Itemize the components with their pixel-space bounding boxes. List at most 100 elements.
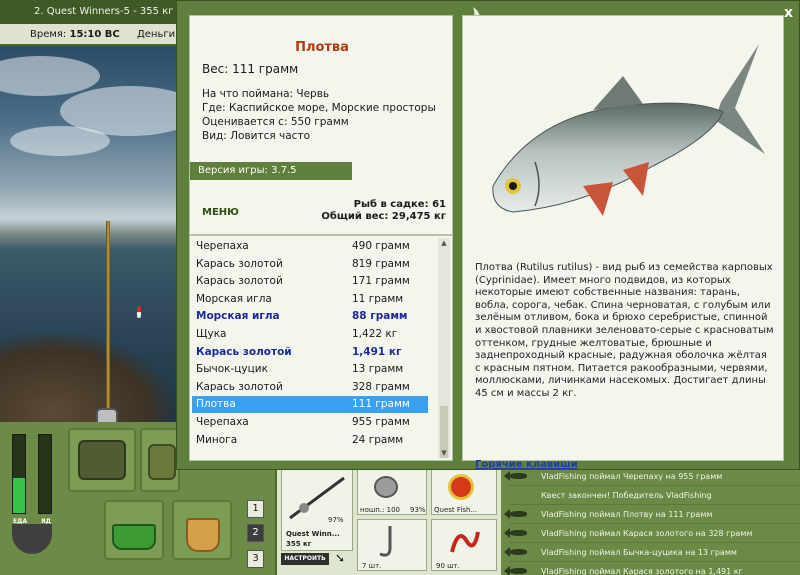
bait-slot[interactable]: 90 шт. <box>431 519 497 571</box>
food-meter-fill <box>13 477 25 513</box>
catch-fish-weight: 111 грамм <box>352 398 410 411</box>
tackle-set-3-button[interactable]: 3 <box>247 550 264 568</box>
fish-icon <box>504 471 527 481</box>
tackle-set-2-button[interactable]: 2 <box>247 524 264 542</box>
catch-fish-weight: 171 грамм <box>352 275 410 288</box>
catch-list-row[interactable]: Морская игла 88 грамм <box>192 308 428 325</box>
cooking-pot-icon[interactable] <box>12 524 52 554</box>
catch-list-row[interactable]: Бычок-цуцик 13 грамм <box>192 361 428 378</box>
catch-list-row[interactable]: Карась золотой 328 грамм <box>192 379 428 396</box>
hook-slot[interactable]: 7 шт. <box>357 519 427 571</box>
catch-list-row[interactable]: Черепаха 490 грамм <box>192 238 428 255</box>
catch-fish-weight: 1,491 кг <box>352 345 402 358</box>
catch-fish-name: Щука <box>196 328 227 340</box>
menu-button[interactable]: МЕНЮ <box>202 207 239 218</box>
catch-fish-name: Карась золотой <box>196 380 283 393</box>
catch-fish-weight: 819 грамм <box>352 257 410 270</box>
cloud <box>0 56 100 96</box>
fish-description: Плотва (Rutilus rutilus) - вид рыб из се… <box>475 262 774 399</box>
catch-list-row[interactable]: Щука 1,422 кг <box>192 326 428 343</box>
time-value: 15:10 ВС <box>69 29 120 40</box>
catch-list-row[interactable]: Морская игла 11 грамм <box>192 291 428 308</box>
catch-location: Где: Каспийское море, Морские просторы <box>202 102 436 114</box>
setup-button[interactable]: НАСТРОИТЬ <box>281 553 329 565</box>
rod-slot[interactable]: 97% Quest Winn... 355 кг <box>281 469 353 551</box>
catch-fish-weight: 955 грамм <box>352 416 410 428</box>
status-bar: Время: 15:10 ВС Деньги: 9 <box>0 24 190 46</box>
fish-weight: Вес: 111 грамм <box>202 62 299 76</box>
shore-rocks <box>0 332 176 422</box>
reel-caption: ношп.: 100 <box>360 506 401 514</box>
cage-summary: Рыб в садке: 61 Общий вес: 29,475 кг <box>321 199 446 223</box>
reel-icon <box>374 476 398 498</box>
window-title-bar: 2. Quest Winners-5 - 355 кг <box>0 0 190 24</box>
catch-list-row[interactable]: Карась золотой 819 грамм <box>192 256 428 273</box>
catch-fish-name: Морская игла <box>196 310 280 323</box>
cage-count: Рыб в садке: 61 <box>353 199 446 210</box>
bucket-icon <box>186 518 220 552</box>
fish-icon <box>504 547 527 557</box>
fish-icon <box>504 566 527 575</box>
cage-total-weight: Общий вес: 29,475 кг <box>321 211 446 222</box>
fish-icon <box>504 528 527 538</box>
worm-icon <box>450 531 480 553</box>
poison-meter <box>38 434 52 514</box>
rod-icon <box>289 476 345 520</box>
money-label: Деньги: <box>136 29 179 40</box>
feed-item: VladFishing поймал Карася золотого на 32… <box>504 524 800 543</box>
catch-fish-name: Черепаха <box>196 240 249 252</box>
fish-name: Плотва <box>295 40 349 55</box>
fishing-scene[interactable] <box>0 46 176 422</box>
rod-percent: 97% <box>328 516 344 524</box>
reel-slot[interactable]: ношп.: 100 93% <box>357 469 427 515</box>
catch-fish-name: Бычок-цуцик <box>196 363 268 376</box>
fishing-rod <box>106 221 110 422</box>
scroll-up-icon[interactable]: ▲ <box>439 238 449 248</box>
food-basket-slot[interactable] <box>104 500 164 560</box>
catch-list-scrollbar[interactable]: ▲ ▼ <box>438 238 450 458</box>
catch-fish-name: Морская игла <box>196 292 272 305</box>
catch-fish-name: Минога <box>196 433 238 446</box>
fish-info-panel: Плотва Вес: 111 грамм На что поймана: Че… <box>189 15 453 235</box>
catch-list-row[interactable]: Черепаха 955 грамм <box>192 414 428 431</box>
tackle-panel: 97% Quest Winn... 355 кг НАСТРОИТЬ ➘ нош… <box>275 465 501 575</box>
catch-list-row[interactable]: Карась золотой 171 грамм <box>192 273 428 290</box>
close-button[interactable]: x <box>784 5 793 21</box>
hotkeys-link[interactable]: Горячие клавиши <box>475 459 578 470</box>
tackle-set-1-button[interactable]: 1 <box>247 500 264 518</box>
catch-fish-name: Карась золотой <box>196 257 283 270</box>
catch-list-row[interactable]: Минога 24 грамм <box>192 432 428 449</box>
feed-item: VladFishing поймал Бычка-цуцика на 13 гр… <box>504 543 800 562</box>
line-slot[interactable]: Quest Fish... <box>431 469 497 515</box>
fishing-reel <box>96 408 118 422</box>
tackle-bag-icon <box>78 440 126 480</box>
line-caption: Quest Fish... <box>434 506 478 514</box>
catch-fish-weight: 88 грамм <box>352 310 408 323</box>
food-meter <box>12 434 26 514</box>
float-bobber <box>137 306 141 318</box>
hook-icon <box>379 526 392 557</box>
scroll-down-icon[interactable]: ▼ <box>439 448 449 458</box>
window-title: 2. Quest Winners-5 - 355 кг <box>34 6 174 17</box>
cloud <box>10 126 110 156</box>
catch-fish-weight: 24 грамм <box>352 433 404 446</box>
tackle-box-slot[interactable] <box>68 428 136 492</box>
catch-list-row[interactable]: Плотва 111 грамм <box>192 396 428 414</box>
fish-picture-panel: Плотва (Rutilus rutilus) - вид рыб из се… <box>462 15 784 470</box>
fish-info-dialog: x Плотва Вес: 111 грамм На что поймана: … <box>176 0 800 470</box>
basket-icon <box>112 524 156 550</box>
catch-list-row[interactable]: Карась золотой 1,491 кг <box>192 344 428 361</box>
game-version: Версия игры: 3.7.5 <box>190 162 352 180</box>
catch-list[interactable]: Черепаха 490 грамм Карась золотой 819 грамм… <box>189 235 453 461</box>
bait-bag-slot[interactable] <box>140 428 180 492</box>
fishing-line-icon <box>448 474 474 500</box>
catch-fish-weight: 328 грамм <box>352 380 410 393</box>
bucket-slot[interactable] <box>172 500 232 560</box>
fish-icon <box>504 509 527 519</box>
hook-count: 7 шт. <box>362 562 382 570</box>
bait-bag-icon <box>148 444 176 480</box>
reel-percent: 93% <box>410 506 426 514</box>
catch-fish-weight: 490 грамм <box>352 240 410 252</box>
roach-fish-image <box>492 44 765 216</box>
rod-name: Quest Winn... <box>286 530 340 538</box>
